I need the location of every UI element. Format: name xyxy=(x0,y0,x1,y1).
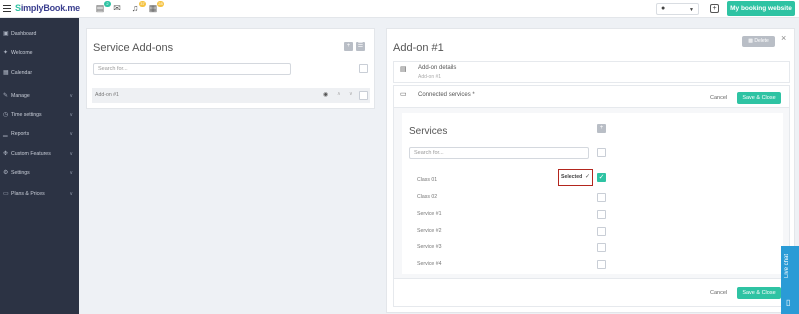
bar-chart-icon: ▁ xyxy=(3,131,8,137)
move-down-icon[interactable]: ∨ xyxy=(349,91,353,97)
connected-services-header: ▭ Connected services * Cancel Save & Clo… xyxy=(393,85,790,107)
add-addon-button[interactable]: + xyxy=(344,42,353,51)
select-all-checkbox[interactable] xyxy=(597,148,606,157)
money-icon: ▭ xyxy=(3,191,9,197)
sidebar-item-dashboard[interactable]: ▣ Dashboard xyxy=(0,25,79,44)
services-search-input[interactable]: Search for... xyxy=(409,147,589,159)
bulb-icon: ✦ xyxy=(3,50,9,56)
addon-edit-panel: Add-on #1 ▩ Delete × ▤ Add-on details Ad… xyxy=(386,28,795,313)
document-icon: ▤ xyxy=(400,66,407,73)
save-close-button[interactable]: Save & Close xyxy=(737,92,781,104)
chevron-down-icon: ∨ xyxy=(69,151,73,157)
list-view-button[interactable]: ☰ xyxy=(356,42,365,51)
service-checkbox-service-1[interactable] xyxy=(597,210,606,219)
live-chat-button[interactable]: Live chat ▯ xyxy=(781,246,799,314)
page-title: Service Add-ons xyxy=(93,42,174,54)
sidebar-item-reports[interactable]: ▁ Reports ∨ xyxy=(0,125,79,144)
service-checkbox-service-4[interactable] xyxy=(597,260,606,269)
service-label: Service #3 xyxy=(417,244,442,250)
sidebar-item-welcome[interactable]: ✦ Welcome xyxy=(0,44,79,63)
row-checkbox[interactable] xyxy=(359,91,368,100)
section-title: Connected services * xyxy=(418,92,475,98)
pencil-icon: ✎ xyxy=(3,93,9,99)
section-subtitle: Add-on #1 xyxy=(418,74,442,80)
delete-button[interactable]: ▩ Delete xyxy=(742,36,775,47)
service-label: Class 01 xyxy=(417,177,438,183)
service-label: Service #4 xyxy=(417,261,442,267)
search-input[interactable]: Search for... xyxy=(93,63,291,75)
service-addons-panel: Service Add-ons + ☰ Search for... Add-on… xyxy=(86,28,375,109)
services-card: Services + Search for... Class 01 Select… xyxy=(402,113,783,274)
bell-icon[interactable]: ♫ 37 xyxy=(130,1,146,13)
trash-icon: ▩ xyxy=(748,38,753,44)
select-all-checkbox[interactable] xyxy=(359,64,368,73)
add-icon[interactable]: + xyxy=(710,4,719,13)
dashboard-icon: ▣ xyxy=(3,31,9,37)
selected-indicator: Selected ✓ xyxy=(558,169,593,186)
puzzle-icon: ❉ xyxy=(3,151,9,157)
logo[interactable]: SimplyBook.me xyxy=(15,3,80,13)
services-box: Services + Search for... Class 01 Select… xyxy=(393,107,790,279)
service-label: Service #2 xyxy=(417,228,442,234)
calendar-icon: ▦ xyxy=(3,70,9,76)
sidebar: ▣ Dashboard ✦ Welcome ▦ Calendar ✎ Manage ∨ ◷… xyxy=(0,18,79,314)
chevron-down-icon: ∨ xyxy=(69,131,73,137)
gears-icon: ⚙ xyxy=(3,170,9,176)
save-close-button[interactable]: Save & Close xyxy=(737,287,781,299)
my-booking-website-button[interactable]: My booking website xyxy=(727,1,795,16)
table-row[interactable]: Add-on #1 ◉ ∧ ∨ xyxy=(92,88,370,103)
close-icon[interactable]: × xyxy=(781,33,786,43)
cancel-button[interactable]: Cancel xyxy=(710,95,727,101)
services-title: Services xyxy=(409,126,448,137)
sidebar-item-manage[interactable]: ✎ Manage ∨ xyxy=(0,87,79,106)
service-label: Class 02 xyxy=(417,194,438,200)
tasks-badge: 2 xyxy=(104,1,111,7)
user-icon: ● xyxy=(661,5,666,12)
move-up-icon[interactable]: ∧ xyxy=(337,91,341,97)
top-bar: SimplyBook.me ▤ 2 ✉ ♫ 37 ▦ 28 ● ▼ + My booki… xyxy=(0,0,799,18)
chevron-down-icon: ∨ xyxy=(69,112,73,118)
add-service-button[interactable]: + xyxy=(597,124,606,133)
cancel-button[interactable]: Cancel xyxy=(710,290,727,296)
connected-services-footer: Cancel Save & Close xyxy=(393,279,790,307)
sidebar-item-custom-features[interactable]: ❉ Custom Features ∨ xyxy=(0,145,79,164)
mail-icon[interactable]: ✉ xyxy=(112,3,122,13)
addon-name: Add-on #1 xyxy=(95,92,119,98)
service-checkbox-service-2[interactable] xyxy=(597,227,606,236)
clock-icon: ◷ xyxy=(3,112,9,118)
eye-icon[interactable]: ◉ xyxy=(323,91,328,98)
chevron-down-icon: ∨ xyxy=(69,170,73,176)
calendar-icon[interactable]: ▦ 28 xyxy=(148,1,164,13)
chat-icon: ▯ xyxy=(786,298,791,307)
calendar-badge: 28 xyxy=(157,1,164,7)
chevron-down-icon: ∨ xyxy=(69,93,73,99)
addon-details-section[interactable]: ▤ Add-on details Add-on #1 xyxy=(393,61,790,83)
tasks-icon[interactable]: ▤ 2 xyxy=(95,1,111,13)
hamburger-menu-icon[interactable] xyxy=(3,5,11,12)
service-checkbox-class-01[interactable]: ✓ xyxy=(597,173,606,182)
addon-title: Add-on #1 xyxy=(393,42,444,54)
service-checkbox-class-02[interactable] xyxy=(597,193,606,202)
monitor-icon: ▭ xyxy=(400,91,407,98)
notifications-badge: 37 xyxy=(139,1,146,7)
sidebar-item-settings[interactable]: ⚙ Settings ∨ xyxy=(0,164,79,183)
service-label: Service #1 xyxy=(417,211,442,217)
sidebar-item-plans-prices[interactable]: ▭ Plans & Prices ∨ xyxy=(0,185,79,204)
chevron-down-icon: ▼ xyxy=(689,7,694,13)
sidebar-item-time-settings[interactable]: ◷ Time settings ∨ xyxy=(0,106,79,125)
service-checkbox-service-3[interactable] xyxy=(597,243,606,252)
check-mark-icon: ✓ xyxy=(585,174,591,180)
user-menu-button[interactable]: ● ▼ xyxy=(656,3,699,15)
section-title: Add-on details xyxy=(418,65,457,71)
chevron-down-icon: ∨ xyxy=(69,191,73,197)
sidebar-item-calendar[interactable]: ▦ Calendar xyxy=(0,64,79,83)
